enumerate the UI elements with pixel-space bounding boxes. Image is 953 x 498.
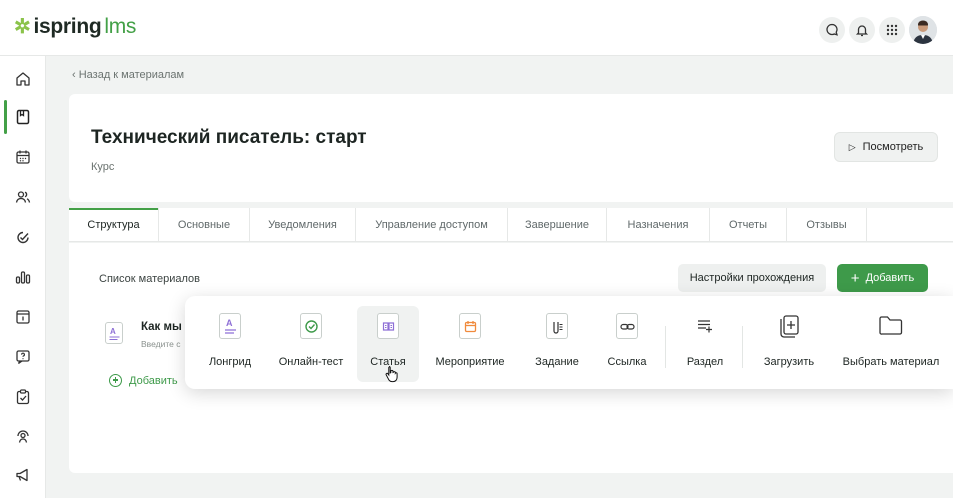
sidebar-item-calendar[interactable] [0,140,46,174]
upload-icon [780,315,799,338]
menu-item-upload[interactable]: Загрузить [751,306,827,382]
avatar-image [909,16,937,44]
page-title: Технический писатель: старт [91,127,367,148]
svg-text:A: A [110,327,116,336]
bell-icon [855,25,869,37]
course-tabs: Структура Основные Уведомления Управлени… [69,208,953,242]
apps-button[interactable] [879,17,905,43]
add-material-link[interactable]: Добавить [109,374,178,387]
menu-item-link[interactable]: Ссылка [599,306,655,382]
menu-item-longread[interactable]: A Лонгрид [199,306,261,382]
apps-grid-icon [886,24,898,36]
menu-item-task[interactable]: Задание [527,306,587,382]
sidebar-item-reports[interactable] [0,260,46,294]
tab-assignments[interactable]: Назначения [607,208,710,242]
tab-main[interactable]: Основные [159,208,250,242]
svg-text:A: A [226,318,233,328]
ispring-logo[interactable]: ✲ ispring lms [14,14,136,39]
tab-structure[interactable]: Структура [69,208,159,242]
trainer-icon [17,430,29,443]
users-icon [15,191,31,203]
menu-item-online-test[interactable]: Онлайн-тест [273,306,349,382]
back-to-materials-link[interactable]: ‹ Назад к материалам [72,69,184,81]
event-calendar-icon [459,313,481,339]
menu-item-choose-material[interactable]: Выбрать материал [835,306,947,382]
menu-divider [742,326,743,368]
left-sidebar [0,56,46,498]
clipboard-check-icon [16,389,30,405]
list-item-description: Введите с [141,339,181,349]
badge-icon [17,231,29,244]
add-material-menu: A Лонгрид Онлайн-тест Статья Мероприятие [185,296,953,389]
materials-list-title: Список материалов [99,273,201,285]
add-button[interactable]: + Добавить [837,264,928,292]
snowflake-logo-icon: ✲ [14,16,31,38]
sidebar-item-users[interactable] [0,180,46,214]
tab-notifications[interactable]: Уведомления [250,208,356,242]
question-icon [16,350,30,365]
article-icon [377,313,399,339]
bar-chart-icon [15,271,31,284]
menu-item-event[interactable]: Мероприятие [431,306,509,382]
tab-reviews[interactable]: Отзывы [787,208,867,242]
sidebar-item-content[interactable] [0,100,46,134]
task-icon [546,313,568,339]
sidebar-item-home[interactable] [0,62,46,96]
sidebar-item-announcements[interactable] [0,458,46,492]
sidebar-item-catalog[interactable] [0,300,46,334]
completion-settings-button[interactable]: Настройки прохождения [678,264,826,292]
preview-button[interactable]: ▷ Посмотреть [834,132,938,162]
play-icon: ▷ [848,141,856,152]
longread-icon: A [219,313,241,339]
top-bar: ✲ ispring lms [0,0,953,56]
book-icon [16,109,30,125]
sidebar-item-tasks[interactable] [0,380,46,414]
section-icon [698,320,712,333]
menu-divider [665,326,666,368]
notifications-button[interactable] [849,17,875,43]
hand-cursor-icon [385,366,398,383]
chat-icon [826,23,838,36]
megaphone-icon [16,468,28,482]
plus-icon: + [850,269,860,287]
list-item-title: Как мы [141,321,182,333]
calendar-icon [16,150,30,164]
home-icon [16,72,30,86]
tab-reports[interactable]: Отчеты [710,208,787,242]
user-avatar[interactable] [909,16,937,44]
sidebar-item-questions[interactable] [0,340,46,374]
longread-file-icon: A [105,322,123,344]
catalog-icon [16,310,30,324]
page-subtitle: Курс [91,161,115,173]
sidebar-item-training[interactable] [0,420,46,454]
tab-access[interactable]: Управление доступом [356,208,508,242]
check-circle-icon [300,313,322,339]
add-circle-icon [109,374,122,387]
tab-completion[interactable]: Завершение [508,208,607,242]
chat-button[interactable] [819,17,845,43]
course-header: Технический писатель: старт Курс ▷ Посмо… [69,94,953,202]
folder-icon [879,316,903,335]
sidebar-item-achievements[interactable] [0,220,46,254]
link-icon [616,313,638,339]
menu-item-section[interactable]: Раздел [675,306,735,382]
